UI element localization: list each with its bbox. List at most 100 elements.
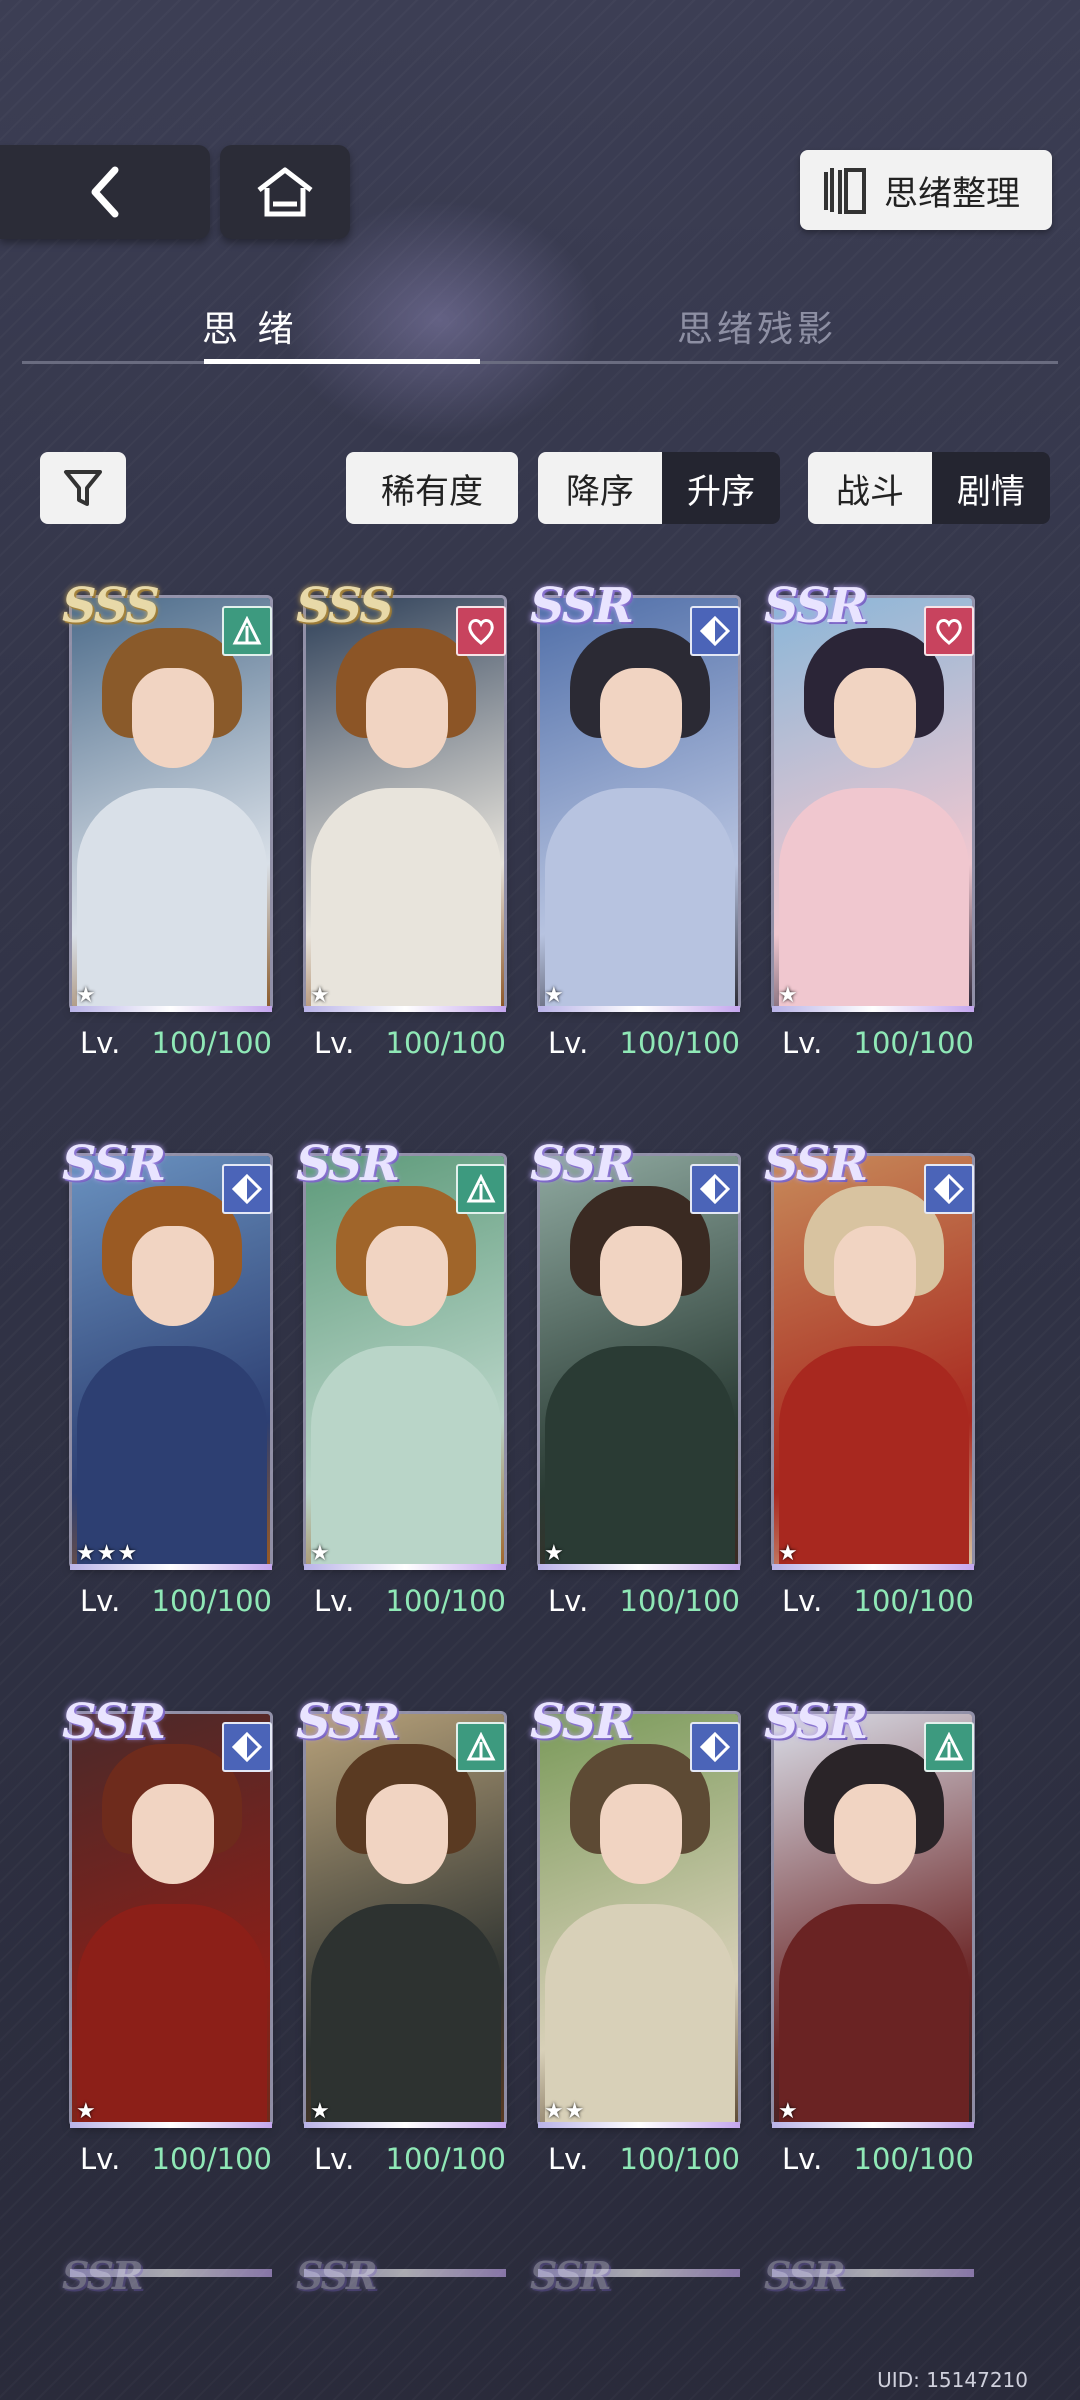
card-frame [772, 2122, 974, 2128]
card-artwork [72, 1156, 270, 1566]
level-label: Lv. [548, 2142, 589, 2176]
card-frame [70, 2122, 272, 2128]
level-value: 100/100 [853, 1584, 974, 1618]
character-card[interactable]: SSR ★ Lv. 100/100 [764, 1694, 974, 2179]
character-card[interactable]: SSR ★ Lv. 100/100 [530, 578, 740, 1063]
character-card[interactable]: SSR ★★★ Lv. 100/100 [62, 1136, 272, 1621]
character-outfit [77, 788, 267, 1008]
heart-type-icon [468, 619, 494, 645]
uid-label: UID: 15147210 [877, 2368, 1028, 2392]
character-face [132, 1784, 214, 1884]
card-frame [304, 1006, 506, 1012]
diamond-type-icon [700, 1174, 730, 1204]
character-card[interactable]: SSR ★ Lv. 100/100 [296, 1136, 506, 1621]
card-artwork [72, 1714, 270, 2124]
star-rating: ★ [76, 983, 97, 1008]
level-label: Lv. [80, 2142, 121, 2176]
star-rating: ★ [76, 2099, 97, 2124]
type-badge [456, 1164, 506, 1214]
rarity-label: SSR [62, 2253, 144, 2298]
card-frame [772, 1006, 974, 1012]
character-outfit [311, 788, 501, 1008]
character-outfit [545, 788, 735, 1008]
card-frame [304, 2122, 506, 2128]
character-card[interactable]: SSR ★ Lv. 100/100 [62, 1694, 272, 2179]
card-frame [304, 1564, 506, 1570]
card-artwork [306, 598, 504, 1008]
character-card[interactable]: SSR ★ Lv. 100/100 [764, 578, 974, 1063]
level-label: Lv. [782, 2142, 823, 2176]
type-badge [924, 606, 974, 656]
rarity-label: SSR [530, 1694, 634, 1750]
star-rating: ★★ [544, 2099, 586, 2124]
character-card[interactable]: SSR ★ Lv. 100/100 [764, 1136, 974, 1621]
star-rating: ★ [778, 2099, 799, 2124]
card-artwork [540, 598, 738, 1008]
level-value: 100/100 [385, 2142, 506, 2176]
character-face [132, 668, 214, 768]
character-face [834, 668, 916, 768]
type-badge [456, 606, 506, 656]
triangle-type-icon [232, 616, 262, 645]
character-outfit [545, 1346, 735, 1566]
character-face [600, 1784, 682, 1884]
rarity-label: SSS [296, 578, 394, 634]
character-face [366, 1226, 448, 1326]
card-artwork [774, 1714, 972, 2124]
rarity-label: SSR [296, 1136, 400, 1192]
diamond-type-icon [232, 1732, 262, 1762]
card-grid: SSS ★ Lv. 100/100 SSS ★ Lv. 100/100 SSR ★ Lv. 100/1… [0, 0, 1080, 2400]
character-outfit [779, 788, 969, 1008]
type-badge [222, 1164, 272, 1214]
level-label: Lv. [314, 2142, 355, 2176]
type-badge [924, 1722, 974, 1772]
partial-card[interactable]: SSR [296, 2253, 506, 2298]
diamond-type-icon [934, 1174, 964, 1204]
star-rating: ★ [544, 983, 565, 1008]
star-rating: ★ [310, 2099, 331, 2124]
rarity-label: SSR [764, 1136, 868, 1192]
character-card[interactable]: SSR ★ Lv. 100/100 [530, 1136, 740, 1621]
card-artwork [540, 1714, 738, 2124]
card-artwork [540, 1156, 738, 1566]
star-rating: ★ [778, 983, 799, 1008]
level-value: 100/100 [619, 1584, 740, 1618]
character-outfit [779, 1904, 969, 2124]
level-value: 100/100 [151, 1584, 272, 1618]
level-value: 100/100 [853, 1026, 974, 1060]
character-outfit [311, 1346, 501, 1566]
rarity-label: SSR [764, 2253, 846, 2298]
character-outfit [77, 1346, 267, 1566]
level-value: 100/100 [151, 2142, 272, 2176]
character-card[interactable]: SSS ★ Lv. 100/100 [296, 578, 506, 1063]
rarity-label: SSR [764, 578, 868, 634]
star-rating: ★ [778, 1541, 799, 1566]
card-frame [538, 1006, 740, 1012]
character-card[interactable]: SSR ★★ Lv. 100/100 [530, 1694, 740, 2179]
type-badge [222, 606, 272, 656]
rarity-label: SSR [764, 1694, 868, 1750]
partial-card[interactable]: SSR [62, 2253, 272, 2298]
card-artwork [306, 1714, 504, 2124]
character-outfit [311, 1904, 501, 2124]
character-card[interactable]: SSR ★ Lv. 100/100 [296, 1694, 506, 2179]
character-outfit [77, 1904, 267, 2124]
character-face [600, 1226, 682, 1326]
diamond-type-icon [700, 616, 730, 646]
level-value: 100/100 [151, 1026, 272, 1060]
character-face [834, 1784, 916, 1884]
card-artwork [306, 1156, 504, 1566]
partial-card[interactable]: SSR [530, 2253, 740, 2298]
level-label: Lv. [314, 1026, 355, 1060]
star-rating: ★ [310, 1541, 331, 1566]
card-frame [772, 1564, 974, 1570]
diamond-type-icon [700, 1732, 730, 1762]
rarity-label: SSR [62, 1136, 166, 1192]
rarity-label: SSR [296, 1694, 400, 1750]
level-value: 100/100 [619, 1026, 740, 1060]
level-value: 100/100 [619, 2142, 740, 2176]
partial-card[interactable]: SSR [764, 2253, 974, 2298]
level-value: 100/100 [385, 1584, 506, 1618]
character-card[interactable]: SSS ★ Lv. 100/100 [62, 578, 272, 1063]
rarity-label: SSR [530, 1136, 634, 1192]
